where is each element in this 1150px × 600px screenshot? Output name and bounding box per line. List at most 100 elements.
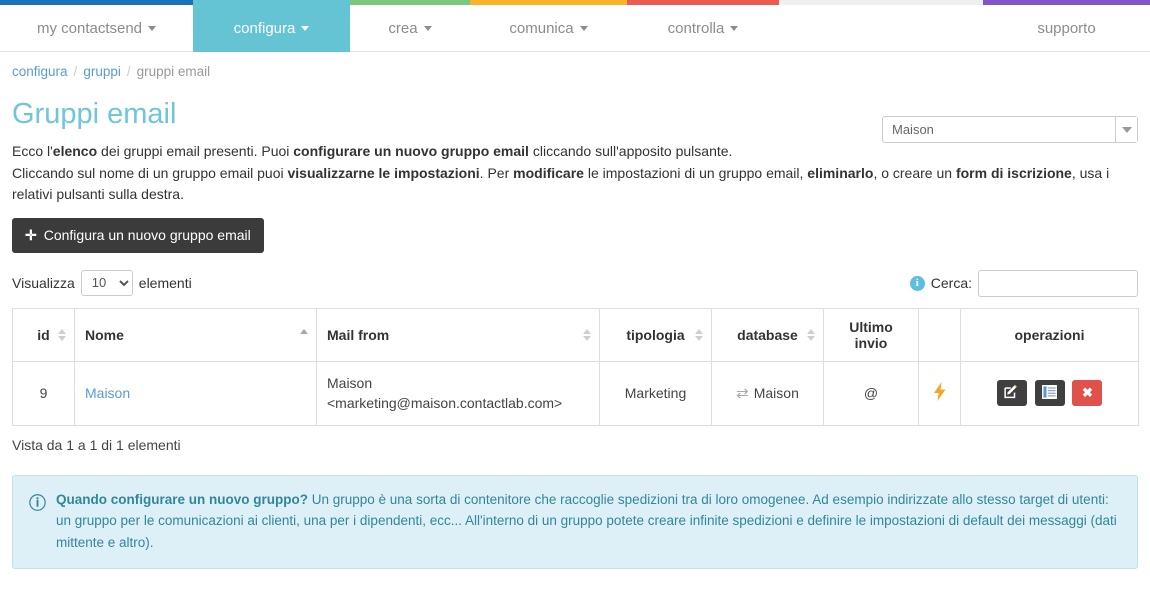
mail-from-address: <marketing@maison.contactlab.com> [327, 395, 563, 412]
alert-text: Quando configurare un nuovo gruppo? Un g… [28, 489, 1122, 555]
column-label-id: id [37, 326, 50, 343]
cell-nome: Maison [74, 360, 317, 426]
cell-id: 9 [12, 360, 75, 426]
breadcrumb-separator: / [126, 64, 131, 79]
alert-title: Quando configurare un nuovo gruppo? [56, 491, 308, 507]
column-header-mail-from[interactable]: Mail from [316, 307, 600, 362]
configure-new-group-button[interactable]: ✛ Configura un nuovo gruppo email [12, 217, 264, 253]
column-header-nome[interactable]: Nome [74, 307, 317, 362]
configure-new-group-label: Configura un nuovo gruppo email [43, 227, 251, 244]
page-length-select[interactable]: 102550100 [80, 269, 133, 296]
sort-icon-id[interactable] [58, 328, 66, 341]
cell-mail-from: Maison <marketing@maison.contactlab.com> [316, 360, 600, 426]
chevron-down-icon[interactable] [1115, 117, 1137, 142]
column-label-tipologia: tipologia [626, 326, 685, 343]
info-icon: ⓘ [29, 493, 46, 513]
desc2-part-d: le impostazioni di un gruppo email, [583, 164, 808, 181]
groups-table: id Nome Mail from tipologia database Ult… [12, 307, 1139, 426]
sort-icon-tipologia[interactable] [695, 328, 703, 341]
sort-icon-mail-from[interactable] [583, 328, 591, 341]
nav-item-supporto[interactable]: supporto [983, 5, 1150, 52]
nav-item-configura[interactable]: configura [193, 5, 350, 52]
desc1-part-c: dei gruppi email presenti. Puoi [97, 142, 294, 159]
page-length-prefix: Visualizza [12, 274, 75, 291]
search-input[interactable] [978, 269, 1138, 297]
desc2-part-c: . Per [479, 164, 514, 181]
nav-item-crea[interactable]: crea [350, 5, 470, 52]
desc1-part-a: Ecco l' [12, 142, 53, 159]
breadcrumb-item-gruppi[interactable]: gruppi [83, 64, 121, 79]
main-navigation: my contactsend configura crea comunica contr… [0, 5, 1150, 52]
breadcrumb-separator: / [73, 64, 78, 79]
group-name-link[interactable]: Maison [85, 385, 130, 401]
description-line-1: Ecco l'elenco dei gruppi email presenti.… [12, 141, 1138, 163]
column-label-database: database [737, 326, 798, 343]
column-header-operazioni: operazioni [960, 307, 1139, 362]
nav-item-my-contactsend[interactable]: my contactsend [0, 5, 193, 52]
info-icon[interactable]: i [909, 275, 925, 291]
cell-database: ⇄ Maison [711, 360, 824, 426]
nav-item-comunica[interactable]: comunica [470, 5, 627, 52]
form-button[interactable] [1034, 380, 1065, 407]
breadcrumb-item-configura[interactable]: configura [12, 64, 68, 79]
desc2-part-e: , o creare un [873, 164, 956, 181]
column-header-tipologia[interactable]: tipologia [599, 307, 712, 362]
table-controls: Visualizza 102550100 elementi i Cerca: [12, 269, 1138, 304]
breadcrumb: configura / gruppi / gruppi email [12, 64, 1150, 79]
desc2-bold-eliminarlo: eliminarlo [807, 164, 874, 181]
cell-flash [918, 360, 961, 426]
chevron-down-icon [148, 26, 157, 31]
edit-button[interactable] [996, 380, 1027, 407]
table-body: 9 Maison Maison <marketing@maison.contac… [12, 360, 1139, 426]
nav-item-label: my contactsend [36, 20, 143, 37]
search-label: Cerca: [930, 275, 972, 292]
chevron-down-icon [579, 26, 588, 31]
desc2-bold-form: form di iscrizione [955, 164, 1072, 181]
table-info: Vista da 1 a 1 di 1 elementi [12, 436, 181, 453]
mail-from-name: Maison [327, 374, 373, 391]
page-description: Ecco l'elenco dei gruppi email presenti.… [12, 141, 1138, 206]
column-header-ultimo-invio: Ultimo invio [823, 307, 919, 362]
cell-operazioni: ✖ [960, 360, 1139, 426]
chevron-down-icon [301, 26, 310, 31]
account-select[interactable]: Maison [882, 116, 1138, 143]
search-control: i Cerca: [909, 269, 1138, 297]
at-sign-icon: @ [863, 385, 879, 402]
table-header-row: id Nome Mail from tipologia database Ult… [12, 307, 1139, 362]
column-label-mail-from: Mail from [327, 326, 390, 343]
chevron-down-icon [730, 26, 739, 31]
nav-item-label: configura [233, 20, 296, 37]
desc1-bold-configurare: configurare un nuovo gruppo email [293, 142, 529, 159]
column-header-database[interactable]: database [711, 307, 824, 362]
column-header-id[interactable]: id [12, 307, 75, 362]
page-content: Gruppi email Ecco l'elenco dei gruppi em… [0, 98, 1150, 570]
column-label-nome: Nome [85, 326, 124, 343]
nav-item-label: crea [388, 20, 418, 37]
desc1-part-d: cliccando sull'apposito pulsante. [528, 142, 733, 159]
breadcrumb-item-gruppi-email: gruppi email [136, 64, 211, 79]
cell-ultimo-invio: @ [823, 360, 919, 426]
chevron-down-icon [423, 26, 432, 31]
desc2-bold-modificare: modificare [513, 164, 584, 181]
page-length-suffix: elementi [138, 274, 192, 291]
breadcrumb-row: configura / gruppi / gruppi email Maison [0, 52, 1150, 143]
sort-icon-database[interactable] [807, 328, 815, 341]
account-select-value: Maison [892, 122, 934, 137]
cell-tipologia: Marketing [599, 360, 712, 426]
nav-item-controlla[interactable]: controlla [627, 5, 779, 52]
nav-item-label: controlla [667, 20, 725, 37]
delete-button[interactable]: ✖ [1072, 380, 1103, 407]
info-alert-box: ⓘ Quando configurare un nuovo gruppo? Un… [12, 474, 1138, 570]
exchange-icon: ⇄ [736, 385, 749, 403]
close-x-icon: ✖ [1081, 385, 1093, 401]
plus-icon: ✛ [25, 226, 37, 243]
sort-icon-nome[interactable] [300, 328, 308, 341]
column-header-flash [918, 307, 961, 362]
table-head: id Nome Mail from tipologia database Ult… [12, 307, 1139, 362]
desc1-bold-elenco: elenco [52, 142, 98, 159]
nav-item-label: comunica [509, 20, 574, 37]
database-name: Maison [753, 385, 799, 402]
column-label-ultimo-invio: Ultimo invio [849, 318, 893, 351]
nav-item-label: supporto [1037, 20, 1096, 37]
desc2-bold-visualizzarne: visualizzarne le impostazioni [287, 164, 480, 181]
